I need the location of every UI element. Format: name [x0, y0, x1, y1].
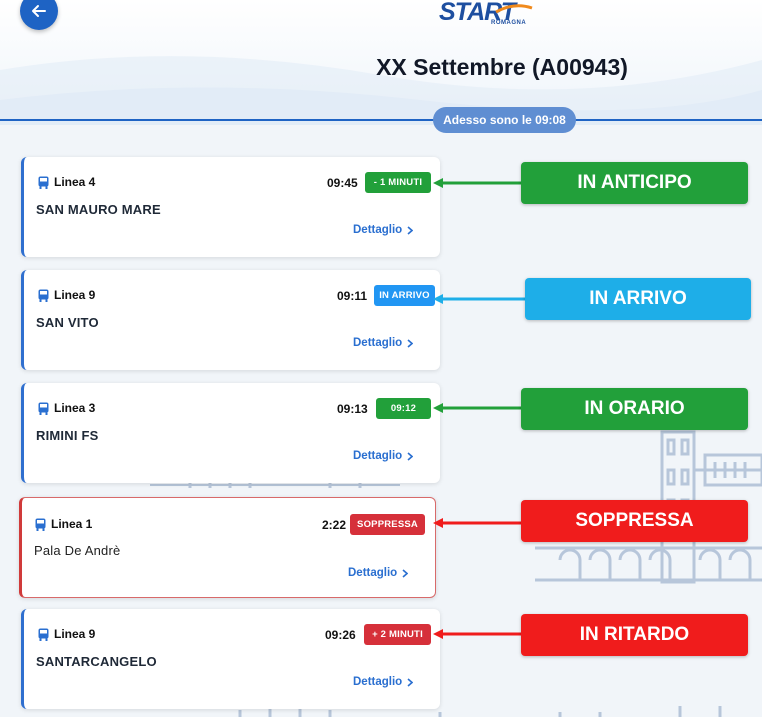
arrow-left-icon — [433, 629, 523, 639]
status-badge-arriving: IN ARRIVO — [374, 285, 435, 306]
line-number: Linea 9 — [54, 627, 96, 641]
detail-label: Dettaglio — [353, 337, 403, 349]
line-info: Linea 4 — [38, 175, 95, 189]
page-title: XX Settembre (A00943) — [376, 54, 628, 80]
destination: RIMINI FS — [36, 428, 99, 443]
line-info: Linea 3 — [38, 401, 95, 415]
arrow-left-icon — [433, 178, 523, 188]
arrow-left-icon — [433, 403, 523, 413]
bus-icon — [35, 518, 46, 531]
detail-label: Dettaglio — [353, 450, 403, 462]
departure-time: 09:45 — [327, 176, 358, 190]
status-badge-late: + 2 MINUTI — [364, 624, 431, 645]
detail-link[interactable]: Dettaglio — [353, 224, 414, 236]
line-info: Linea 1 — [35, 517, 92, 531]
destination: Pala De Andrè — [34, 543, 121, 558]
logo-subtitle: ROMAGNA — [491, 20, 527, 26]
legend-label-ontime: IN ORARIO — [521, 388, 748, 430]
arrow-left-icon — [32, 5, 46, 17]
detail-link[interactable]: Dettaglio — [348, 567, 409, 579]
detail-label: Dettaglio — [348, 567, 398, 579]
departure-card-2[interactable]: Linea 9 SAN VITO 09:11 IN ARRIVO Dettagl… — [21, 270, 440, 370]
line-info: Linea 9 — [38, 288, 95, 302]
chevron-right-icon — [407, 338, 414, 348]
chevron-right-icon — [407, 225, 414, 235]
legend-label-early: IN ANTICIPO — [521, 162, 748, 204]
line-number: Linea 3 — [54, 401, 96, 415]
line-number: Linea 4 — [54, 175, 96, 189]
destination: SAN VITO — [36, 315, 99, 330]
departure-time: 09:11 — [337, 289, 368, 303]
bus-icon — [38, 176, 49, 189]
detail-link[interactable]: Dettaglio — [353, 337, 414, 349]
arrow-left-icon — [433, 294, 526, 304]
departure-card-5[interactable]: Linea 9 SANTARCANGELO 09:26 + 2 MINUTI D… — [21, 609, 440, 709]
departure-time: 09:26 — [325, 628, 356, 642]
bus-icon — [38, 628, 49, 641]
chevron-right-icon — [407, 677, 414, 687]
chevron-right-icon — [402, 568, 409, 578]
detail-label: Dettaglio — [353, 224, 403, 236]
destination: SANTARCANGELO — [36, 654, 157, 669]
status-badge-early: - 1 MINUTI — [365, 172, 431, 193]
departure-time: 09:13 — [337, 402, 368, 416]
legend-label-cancelled: SOPPRESSA — [521, 500, 748, 542]
destination: SAN MAURO MARE — [36, 202, 161, 217]
current-time-badge: Adesso sono le 09:08 — [433, 107, 576, 133]
legend-label-late: IN RITARDO — [521, 614, 748, 656]
status-badge-cancelled: SOPPRESSA — [350, 514, 425, 535]
header-divider — [0, 119, 762, 121]
line-number: Linea 9 — [54, 288, 96, 302]
departure-time: 2:22 — [322, 518, 347, 532]
bus-icon — [38, 289, 49, 302]
detail-link[interactable]: Dettaglio — [353, 676, 414, 688]
detail-link[interactable]: Dettaglio — [353, 450, 414, 462]
line-number: Linea 1 — [51, 517, 93, 531]
chevron-right-icon — [407, 451, 414, 461]
arrow-left-icon — [433, 518, 523, 528]
status-badge-ontime: 09:12 — [376, 398, 431, 419]
departure-card-4[interactable]: Linea 1 Pala De Andrè 2:22 SOPPRESSA Det… — [19, 497, 436, 598]
detail-label: Dettaglio — [353, 676, 403, 688]
departure-card-3[interactable]: Linea 3 RIMINI FS 09:13 09:12 Dettaglio — [21, 383, 440, 483]
start-romagna-logo: START ROMAGNA — [439, 0, 549, 32]
line-info: Linea 9 — [38, 627, 95, 641]
logo-swoosh-icon — [495, 4, 533, 14]
bus-icon — [38, 402, 49, 415]
legend-label-arriving: IN ARRIVO — [525, 278, 751, 320]
departure-card-1[interactable]: Linea 4 SAN MAURO MARE 09:45 - 1 MINUTI … — [21, 157, 440, 257]
